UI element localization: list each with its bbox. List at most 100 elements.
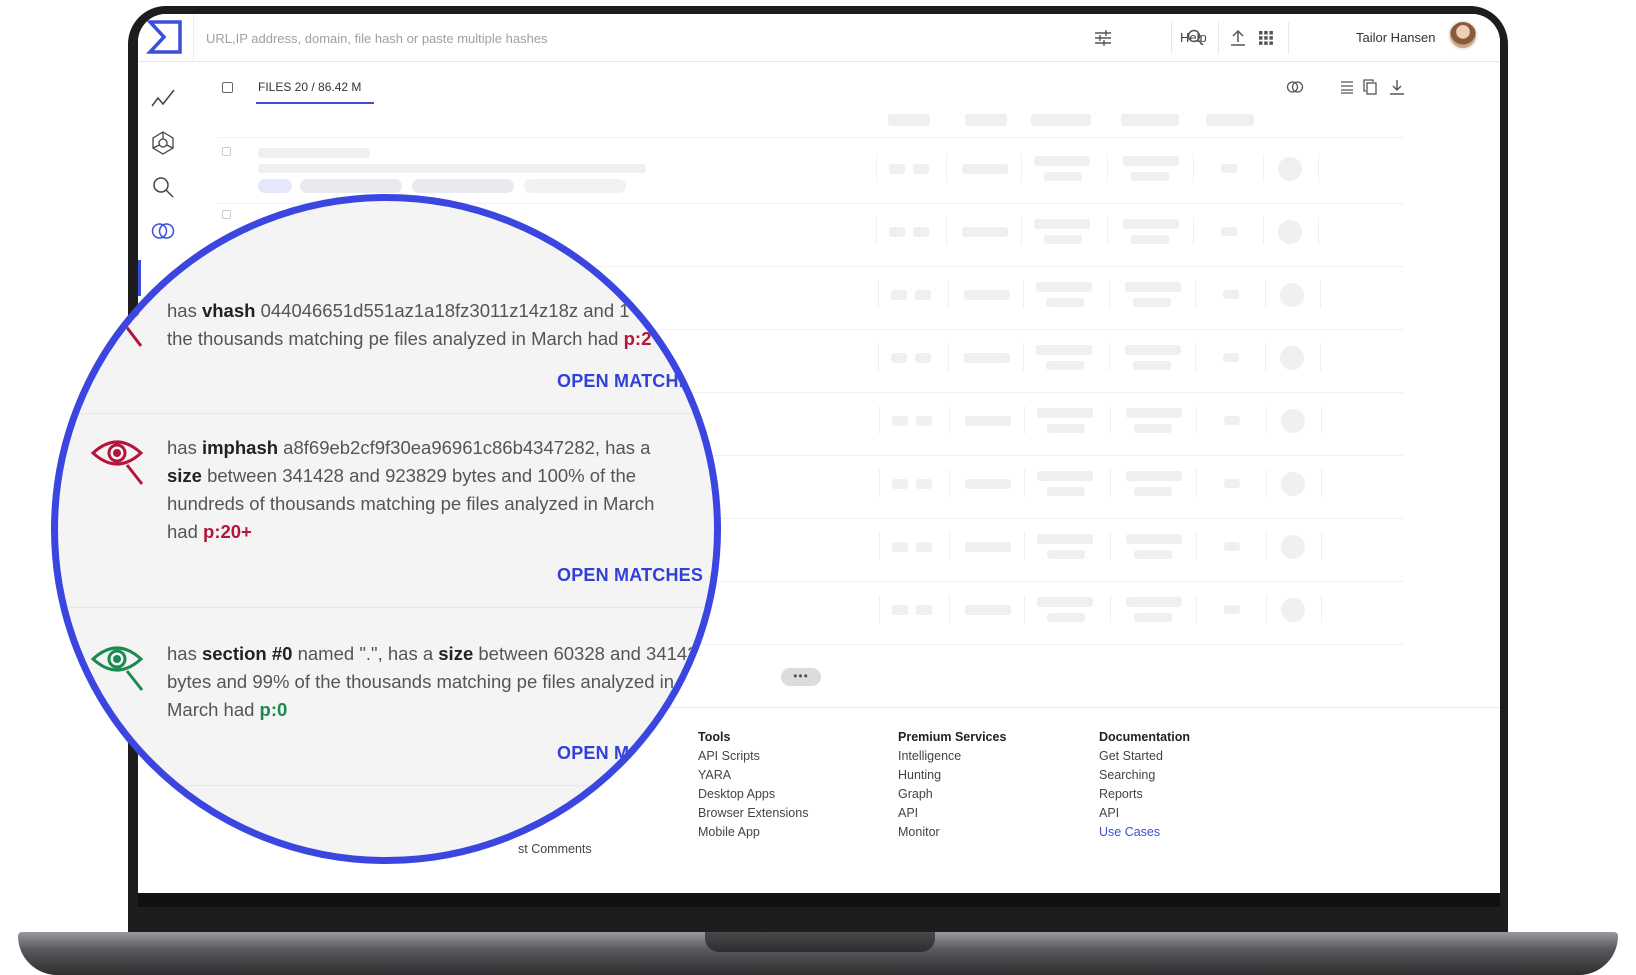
skeleton-cell: [1044, 172, 1082, 181]
compare-icon[interactable]: [1286, 78, 1304, 96]
skeleton-cell: [965, 416, 1011, 426]
divider: [1218, 22, 1219, 54]
skeleton-cell: [916, 542, 932, 552]
avatar[interactable]: [1448, 20, 1478, 50]
skeleton-cell: [1046, 298, 1084, 307]
filter-sliders-icon[interactable]: [1093, 28, 1113, 48]
logo-icon[interactable]: [146, 18, 186, 56]
column-divider: [1024, 406, 1025, 434]
column-divider: [1321, 469, 1322, 497]
column-divider: [1196, 469, 1197, 497]
skeleton-cell: [892, 605, 908, 615]
footer-documentation: Documentation Get Started Searching Repo…: [1099, 728, 1190, 842]
column-divider: [1266, 406, 1267, 434]
column-divider: [949, 595, 950, 623]
footer-link[interactable]: YARA: [698, 766, 808, 785]
skeleton-cell: [1223, 290, 1239, 299]
column-header-placeholder: [1206, 114, 1254, 126]
footer-link[interactable]: Monitor: [898, 823, 1006, 842]
column-divider: [1318, 154, 1319, 182]
tab-files[interactable]: FILES 20 / 86.42 M: [258, 80, 361, 94]
footer-link[interactable]: Desktop Apps: [698, 785, 808, 804]
skeleton-avatar: [1278, 157, 1302, 181]
search-icon[interactable]: [150, 174, 176, 200]
open-matches-button[interactable]: OPEN MA: [557, 743, 642, 764]
footer-link[interactable]: Intelligence: [898, 747, 1006, 766]
divider: [1171, 22, 1172, 54]
footer-link[interactable]: API: [1099, 804, 1190, 823]
column-divider: [1021, 154, 1022, 182]
skeleton-cell: [915, 353, 931, 363]
skeleton-cell: [962, 227, 1008, 237]
download-icon[interactable]: [1388, 78, 1406, 96]
skeleton-cell: [891, 353, 907, 363]
column-divider: [1110, 469, 1111, 497]
open-matches-button[interactable]: OPEN MATCHES: [557, 565, 703, 586]
column-divider: [1265, 280, 1266, 308]
footer-link[interactable]: Mobile App: [698, 823, 808, 842]
column-divider: [948, 280, 949, 308]
skeleton-cell: [892, 542, 908, 552]
user-name[interactable]: Tailor Hansen: [1356, 30, 1436, 45]
footer-link[interactable]: Browser Extensions: [698, 804, 808, 823]
row-checkbox[interactable]: [222, 147, 231, 156]
copy-icon[interactable]: [1362, 78, 1380, 96]
graph-network-icon[interactable]: [150, 130, 176, 156]
skeleton-text: [258, 164, 646, 173]
column-divider: [1021, 217, 1022, 245]
skeleton-tag: [258, 179, 292, 193]
apps-grid-icon[interactable]: [1256, 28, 1276, 48]
trend-chart-icon[interactable]: [150, 86, 176, 112]
column-divider: [1266, 595, 1267, 623]
column-divider: [1109, 280, 1110, 308]
column-divider: [949, 406, 950, 434]
footer-link[interactable]: Hunting: [898, 766, 1006, 785]
column-divider: [1320, 280, 1321, 308]
select-all-checkbox[interactable]: [222, 82, 233, 93]
screen-bezel-bottom: [138, 893, 1500, 907]
column-divider: [1107, 217, 1108, 245]
skeleton-cell: [1047, 424, 1085, 433]
column-divider: [1266, 532, 1267, 560]
skeleton-cell: [915, 290, 931, 300]
skeleton-cell: [1224, 605, 1240, 614]
column-header-placeholder: [965, 114, 1007, 126]
skeleton-cell: [1131, 235, 1169, 244]
footer-link[interactable]: API: [898, 804, 1006, 823]
open-matches-button[interactable]: OPEN MATCHE: [557, 371, 691, 392]
column-divider: [1321, 406, 1322, 434]
upload-icon[interactable]: [1228, 28, 1248, 48]
row-divider: [218, 137, 1403, 138]
skeleton-cell: [964, 290, 1010, 300]
footer-link[interactable]: Graph: [898, 785, 1006, 804]
footer-link[interactable]: Use Cases: [1099, 823, 1190, 842]
skeleton-avatar: [1281, 535, 1305, 559]
column-divider: [949, 532, 950, 560]
footer-link[interactable]: API Scripts: [698, 747, 808, 766]
imphash-finding: has imphash a8f69eb2cf9f30ea96961c86b434…: [167, 437, 655, 542]
skeleton-tag: [524, 179, 626, 193]
malicious-eye-icon: [90, 440, 144, 485]
skeleton-cell: [1044, 235, 1082, 244]
search-input[interactable]: [193, 14, 1063, 62]
column-divider: [879, 406, 880, 434]
column-divider: [1195, 343, 1196, 371]
skeleton-cell: [1126, 471, 1182, 481]
column-divider: [1023, 343, 1024, 371]
search-icon[interactable]: [1186, 28, 1206, 48]
footer-link[interactable]: Reports: [1099, 785, 1190, 804]
skeleton-cell: [1034, 156, 1090, 166]
footer-link[interactable]: Searching: [1099, 766, 1190, 785]
skeleton-avatar: [1280, 283, 1304, 307]
list-view-icon[interactable]: [1338, 78, 1356, 96]
skeleton-cell: [1131, 172, 1169, 181]
column-divider: [1107, 154, 1108, 182]
more-button[interactable]: •••: [781, 668, 821, 686]
footer-heading: Tools: [698, 730, 731, 744]
skeleton-cell: [1223, 353, 1239, 362]
column-header-placeholder: [888, 114, 930, 126]
skeleton-cell: [1126, 597, 1182, 607]
footer-link[interactable]: Get Started: [1099, 747, 1190, 766]
column-divider: [1110, 406, 1111, 434]
files-header: FILES 20 / 86.42 M: [218, 62, 1418, 106]
